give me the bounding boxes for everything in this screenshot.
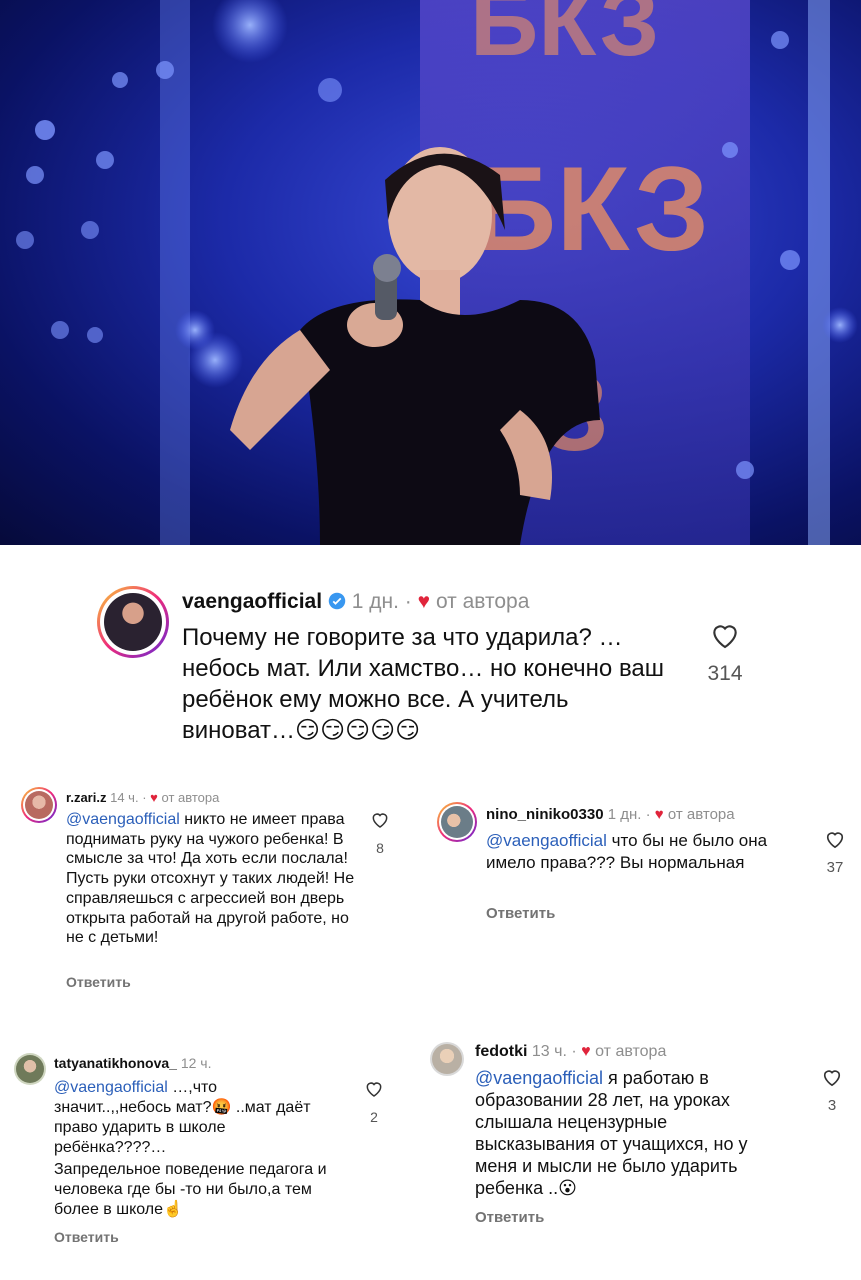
like-button[interactable]: 8: [365, 810, 395, 856]
like-count: 2: [370, 1109, 378, 1125]
username[interactable]: tatyanatikhonova_: [54, 1055, 177, 1071]
separator-dot: ·: [404, 590, 412, 613]
heart-outline-icon[interactable]: [364, 1079, 384, 1098]
comment-meta: fedotki 13 ч. · ♥ от автора: [475, 1043, 666, 1061]
comment-item: nino_niniko0330 1 дн. · ♥ от автора @vae…: [420, 795, 861, 935]
author-heart-icon: ♥: [150, 790, 158, 805]
comment-time: 12 ч.: [180, 1055, 212, 1071]
username[interactable]: nino_niniko0330: [486, 806, 604, 823]
comment-text: @vaengaofficial я работаю в образовании …: [475, 1067, 787, 1199]
mention-link[interactable]: @vaengaofficial: [486, 831, 607, 850]
comment-text-paragraph: Запредельное поведение педагога и челове…: [54, 1161, 327, 1218]
like-count: 3: [827, 1097, 837, 1114]
separator-dot: ·: [142, 790, 147, 805]
reply-button[interactable]: Ответить: [475, 1209, 544, 1226]
comment-body: никто не имеет права поднимать руку на ч…: [66, 811, 355, 947]
username[interactable]: r.zari.z: [66, 790, 106, 805]
comment-text: Почему не говорите за что ударила? … неб…: [182, 624, 665, 744]
comment-time: 13 ч.: [531, 1043, 567, 1060]
like-button[interactable]: 3: [817, 1067, 847, 1114]
like-count: 314: [707, 662, 743, 685]
author-liked-label: от автора: [435, 590, 530, 613]
comment-time: 1 дн.: [351, 590, 399, 613]
svg-text:БКЗ: БКЗ: [470, 0, 659, 76]
username[interactable]: vaengaofficial: [182, 590, 322, 613]
comment-item: fedotki 13 ч. · ♥ от автора @vaengaoffic…: [420, 1035, 861, 1235]
author-heart-icon: ♥: [654, 806, 664, 823]
comment-meta: tatyanatikhonova_ 12 ч.: [54, 1055, 211, 1071]
comment-text: @vaengaofficial никто не имеет права под…: [66, 810, 356, 948]
like-count: 37: [826, 859, 844, 876]
heart-outline-icon[interactable]: [821, 1067, 843, 1087]
comment-item: tatyanatikhonova_ 12 ч. @vaengaofficial …: [0, 1045, 420, 1255]
like-button[interactable]: 314: [700, 620, 750, 686]
separator-dot: ·: [571, 1043, 577, 1060]
reply-button[interactable]: Ответить: [66, 974, 131, 990]
post-photo: БКЗ БКЗ З: [0, 0, 861, 545]
avatar[interactable]: [97, 586, 169, 658]
username[interactable]: fedotki: [475, 1043, 527, 1060]
heart-outline-icon[interactable]: [824, 829, 846, 849]
comment-text: @vaengaofficial …,что значит..,,небось м…: [54, 1078, 319, 1158]
comment-time: 14 ч.: [110, 790, 139, 805]
verified-badge-icon: [328, 592, 346, 610]
mention-link[interactable]: @vaengaofficial: [54, 1079, 168, 1096]
comment-meta: r.zari.z 14 ч. · ♥ от автора: [66, 790, 219, 805]
author-liked-label: от автора: [161, 790, 220, 805]
author-heart-icon: ♥: [581, 1043, 591, 1060]
avatar[interactable]: [437, 802, 477, 842]
reply-button[interactable]: Ответить: [486, 905, 555, 922]
avatar[interactable]: [430, 1042, 464, 1076]
author-heart-icon: ♥: [417, 590, 431, 613]
heart-outline-icon[interactable]: [709, 620, 741, 650]
main-comment: vaengaofficial 1 дн. · ♥ от автора Почем…: [0, 580, 861, 750]
like-button[interactable]: 2: [359, 1079, 389, 1125]
svg-text:БКЗ: БКЗ: [470, 142, 709, 276]
author-liked-label: от автора: [595, 1043, 667, 1060]
author-liked-label: от автора: [667, 806, 735, 823]
avatar[interactable]: [21, 787, 57, 823]
comment-meta: vaengaofficial 1 дн. · ♥ от автора: [182, 590, 529, 614]
heart-outline-icon[interactable]: [370, 810, 390, 829]
separator-dot: ·: [645, 806, 651, 823]
concert-photo-illustration: БКЗ БКЗ З: [16, 0, 858, 545]
mention-link[interactable]: @vaengaofficial: [475, 1068, 603, 1088]
mention-link[interactable]: @vaengaofficial: [66, 811, 180, 828]
comment-meta: nino_niniko0330 1 дн. · ♥ от автора: [486, 806, 735, 823]
comment-item: r.zari.z 14 ч. · ♥ от автора @vaengaoffi…: [0, 780, 420, 1010]
like-count: 8: [376, 840, 384, 856]
avatar[interactable]: [14, 1053, 46, 1085]
comment-time: 1 дн.: [607, 806, 642, 823]
comment-text: @vaengaofficial что бы не было она имело…: [486, 830, 776, 873]
reply-button[interactable]: Ответить: [54, 1229, 119, 1245]
like-button[interactable]: 37: [820, 829, 850, 876]
